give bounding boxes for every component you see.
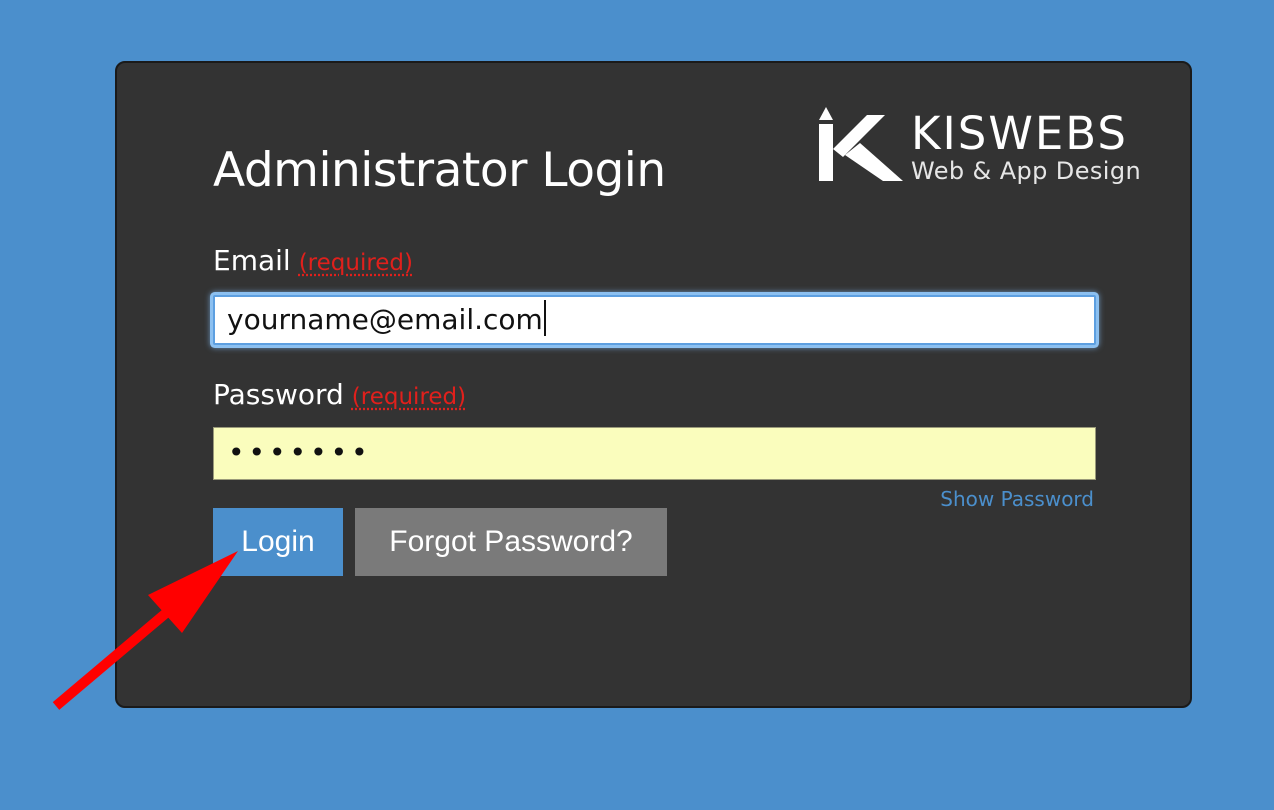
logo-name: KISWEBS bbox=[911, 107, 1128, 160]
password-masked-value: ••••••• bbox=[228, 436, 372, 469]
email-label: Email (required) bbox=[213, 243, 413, 281]
email-value: yourname@email.com bbox=[227, 303, 543, 336]
forgot-password-button[interactable]: Forgot Password? bbox=[355, 508, 667, 576]
show-password-link[interactable]: Show Password bbox=[940, 486, 1094, 512]
password-field[interactable]: ••••••• bbox=[213, 427, 1096, 480]
password-label: Password (required) bbox=[213, 377, 466, 415]
page-title: Administrator Login bbox=[213, 143, 666, 198]
login-panel: Administrator Login KISWEBS Web & App De… bbox=[115, 61, 1192, 708]
email-required-hint: (required) bbox=[298, 250, 414, 276]
login-button[interactable]: Login bbox=[213, 508, 343, 576]
kiswebs-logo: KISWEBS Web & App Design bbox=[815, 103, 1165, 193]
email-label-text: Email bbox=[213, 244, 291, 277]
text-caret bbox=[543, 300, 546, 336]
logo-tagline: Web & App Design bbox=[911, 157, 1142, 185]
password-required-hint: (required) bbox=[351, 384, 467, 410]
password-label-text: Password bbox=[213, 378, 344, 411]
kiswebs-k-house-logo-icon bbox=[819, 107, 903, 181]
email-field[interactable]: yourname@email.com bbox=[213, 295, 1096, 345]
